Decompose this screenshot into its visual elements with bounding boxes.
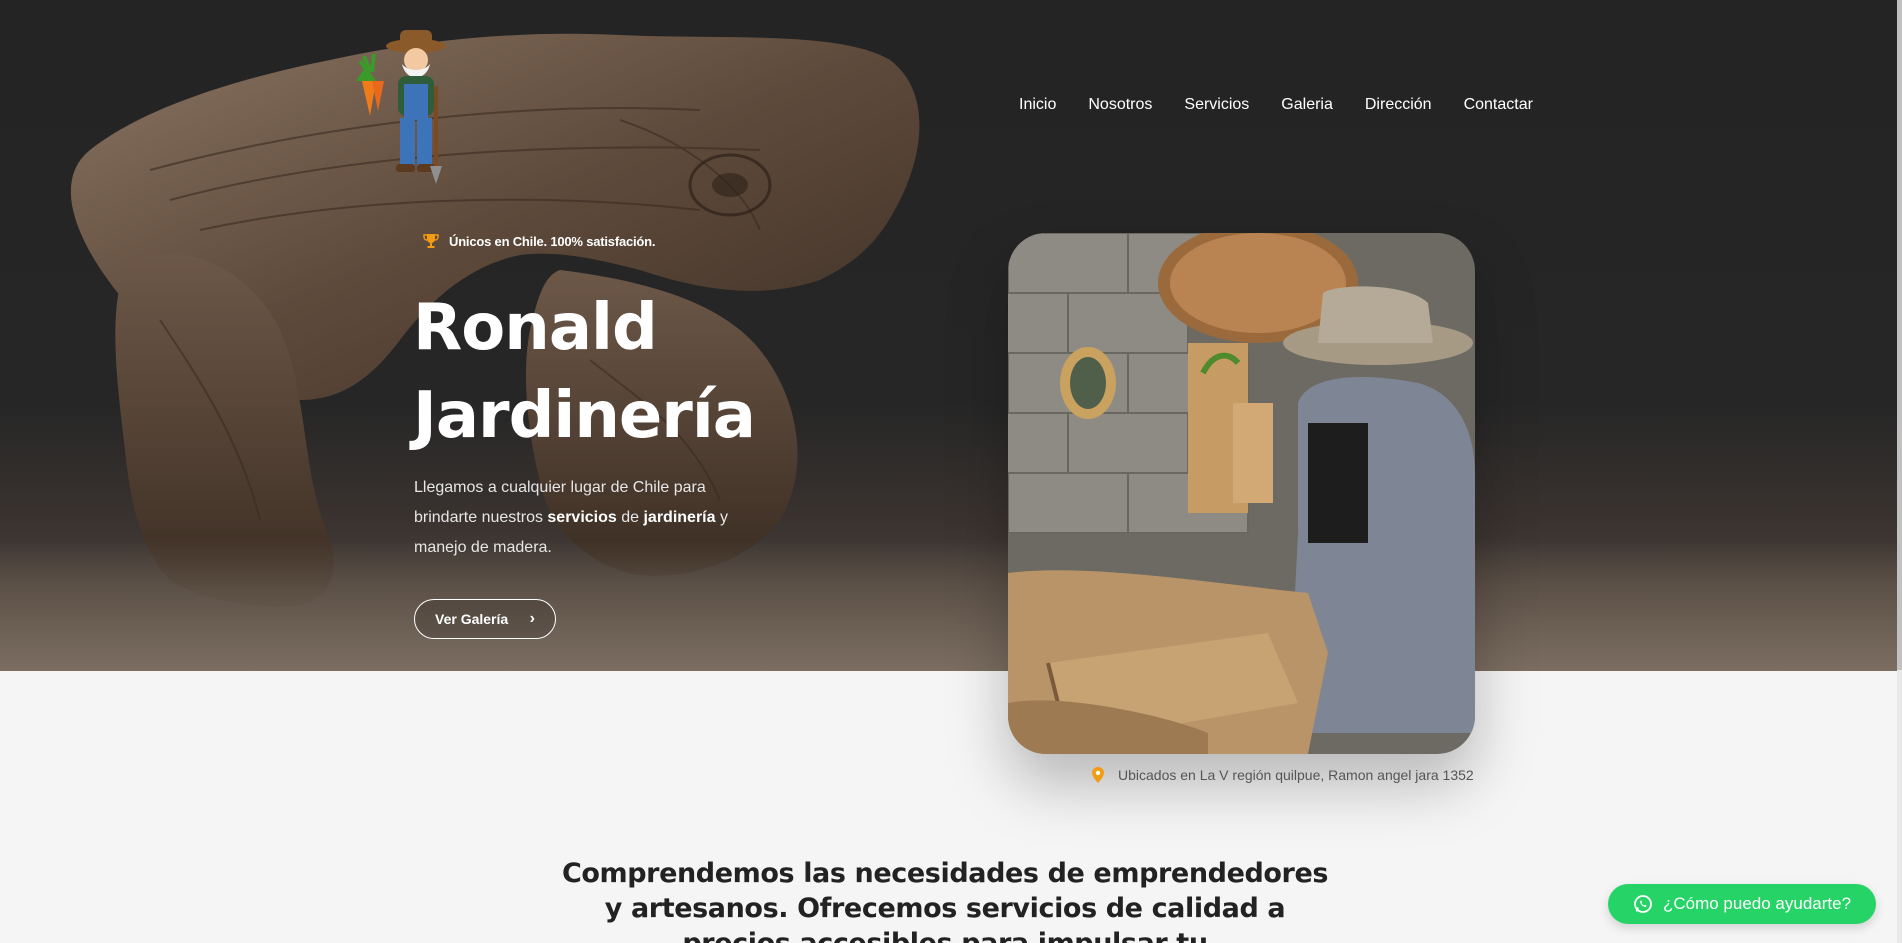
- chevron-right-icon: ›: [529, 610, 535, 627]
- view-gallery-button[interactable]: Ver Galería ›: [414, 599, 556, 639]
- hero-title-line2: Jardinería: [413, 379, 756, 453]
- whatsapp-icon: [1634, 895, 1652, 913]
- scrollbar-thumb[interactable]: [1897, 0, 1902, 670]
- hero-photo-image: [1008, 233, 1475, 754]
- map-pin-icon: [1092, 767, 1104, 783]
- gardener-mascot-logo[interactable]: [350, 26, 470, 206]
- nav-inicio[interactable]: Inicio: [1019, 96, 1056, 114]
- wood-floor-image: [0, 540, 1897, 671]
- hero-section: Inicio Nosotros Servicios Galeria Direcc…: [0, 0, 1897, 671]
- hero-description: Llegamos a cualquier lugar de Chile para…: [414, 473, 734, 563]
- page-scrollbar[interactable]: [1897, 0, 1902, 943]
- about-heading: Comprendemos las necesidades de emprende…: [561, 858, 1329, 943]
- hero-text-bold2: jardinería: [643, 509, 716, 526]
- hero-title: Ronald Jardinería: [413, 284, 756, 460]
- nav-servicios[interactable]: Servicios: [1184, 96, 1249, 114]
- hero-text-part2: de: [616, 509, 644, 526]
- hero-text-bold1: servicios: [547, 509, 617, 526]
- hero-badge: Únicos en Chile. 100% satisfación.: [423, 233, 656, 249]
- hero-title-line1: Ronald: [413, 291, 658, 365]
- nav-galeria[interactable]: Galeria: [1281, 96, 1333, 114]
- location-text: Ubicados en La V región quilpue, Ramon a…: [1118, 767, 1474, 783]
- whatsapp-label: ¿Cómo puedo ayudarte?: [1662, 894, 1852, 913]
- whatsapp-help-button[interactable]: ¿Cómo puedo ayudarte?: [1608, 884, 1876, 924]
- main-nav: Inicio Nosotros Servicios Galeria Direcc…: [1019, 96, 1565, 114]
- location-info: Ubicados en La V región quilpue, Ramon a…: [1092, 767, 1474, 783]
- hero-badge-text: Únicos en Chile. 100% satisfación.: [449, 233, 656, 249]
- nav-contactar[interactable]: Contactar: [1464, 96, 1533, 114]
- view-gallery-label: Ver Galería: [435, 611, 509, 627]
- trophy-icon: [423, 234, 439, 248]
- nav-direccion[interactable]: Dirección: [1365, 96, 1432, 114]
- nav-nosotros[interactable]: Nosotros: [1088, 96, 1152, 114]
